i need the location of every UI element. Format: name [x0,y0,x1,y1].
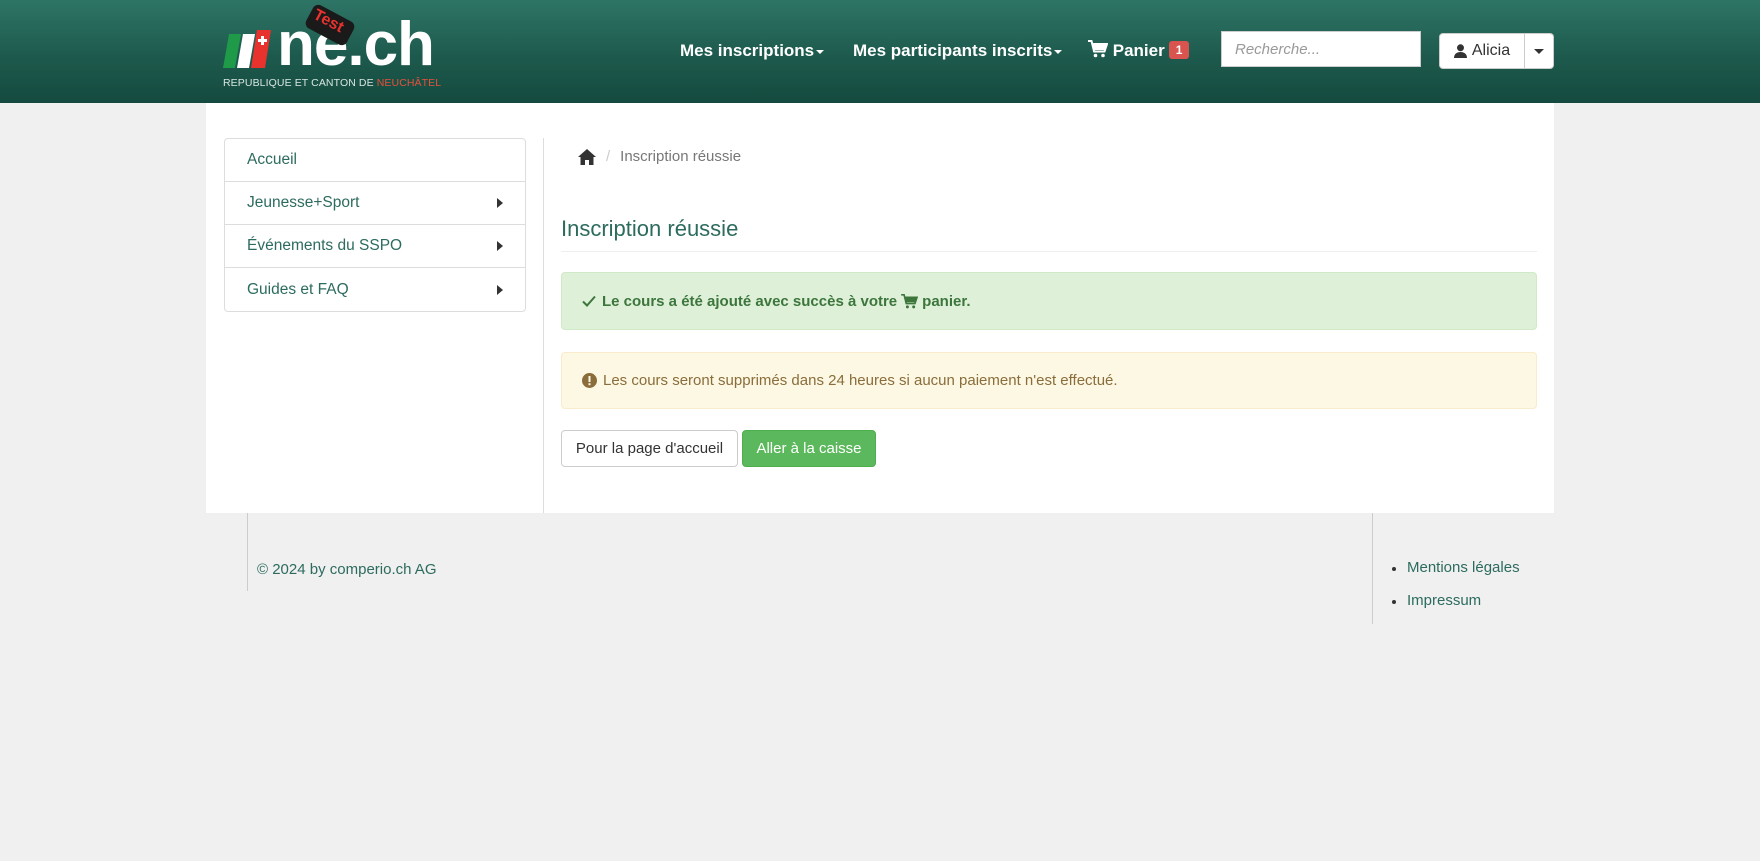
footer-links: Mentions légales Impressum [1392,559,1520,625]
user-menu-toggle[interactable] [1525,33,1554,69]
breadcrumb: / Inscription réussie [578,148,741,165]
cart-icon [901,293,919,308]
caret-right-icon [497,284,503,295]
search-input[interactable] [1221,31,1421,67]
logo-wordmark: ne.ch [277,10,435,79]
sidebar-item-guides-faq[interactable]: Guides et FAQ [225,268,525,311]
logo-subtitle: REPUBLIQUE ET CANTON DE NEUCHÂTEL [223,77,442,89]
user-icon [1453,44,1467,58]
nav-panier[interactable]: Panier 1 [1088,40,1190,61]
exclamation-circle-icon [582,373,597,388]
footer-divider-left [247,513,248,591]
sidebar-item-evenements-sspo[interactable]: Événements du SSPO [225,225,525,268]
content-divider [543,138,544,513]
user-name: Alicia [1471,42,1511,59]
user-account-button[interactable]: Alicia [1439,33,1525,69]
sidebar-item-accueil[interactable]: Accueil [225,139,525,182]
warning-alert: Les cours seront supprimés dans 24 heure… [561,352,1537,409]
check-icon [582,295,596,307]
footer-divider-right [1372,513,1373,624]
sidebar-menu: Accueil Jeunesse+Sport Événements du SSP… [224,138,526,312]
caret-right-icon [497,241,503,251]
nav-mes-inscriptions[interactable]: Mes inscriptions [680,41,825,61]
caret-down-icon [1054,49,1063,54]
caret-down-icon [816,49,825,54]
caret-down-icon [1534,48,1544,54]
title-divider [561,251,1537,252]
cart-icon [1088,40,1109,58]
checkout-button[interactable]: Aller à la caisse [742,430,876,467]
page-title: Inscription réussie [561,216,739,241]
nav-mes-participants[interactable]: Mes participants inscrits [853,41,1063,61]
flag-icon [223,30,271,68]
caret-right-icon [497,198,503,208]
sidebar-item-jeunesse-sport[interactable]: Jeunesse+Sport [225,182,525,225]
breadcrumb-current: Inscription réussie [620,148,742,165]
site-logo[interactable]: ne.ch Test REPUBLIQUE ET CANTON DE NEUCH… [223,2,448,92]
footer-copyright: © 2024 by comperio.ch AG [257,561,437,578]
cart-count-badge: 1 [1168,41,1190,59]
success-alert: Le cours a été ajouté avec succès à votr… [561,272,1537,330]
home-icon[interactable] [578,148,596,165]
home-page-button[interactable]: Pour la page d'accueil [561,430,738,467]
footer-link-mentions-legales[interactable]: Mentions légales [1392,559,1520,592]
footer-link-impressum[interactable]: Impressum [1392,592,1520,625]
breadcrumb-separator: / [606,148,611,165]
